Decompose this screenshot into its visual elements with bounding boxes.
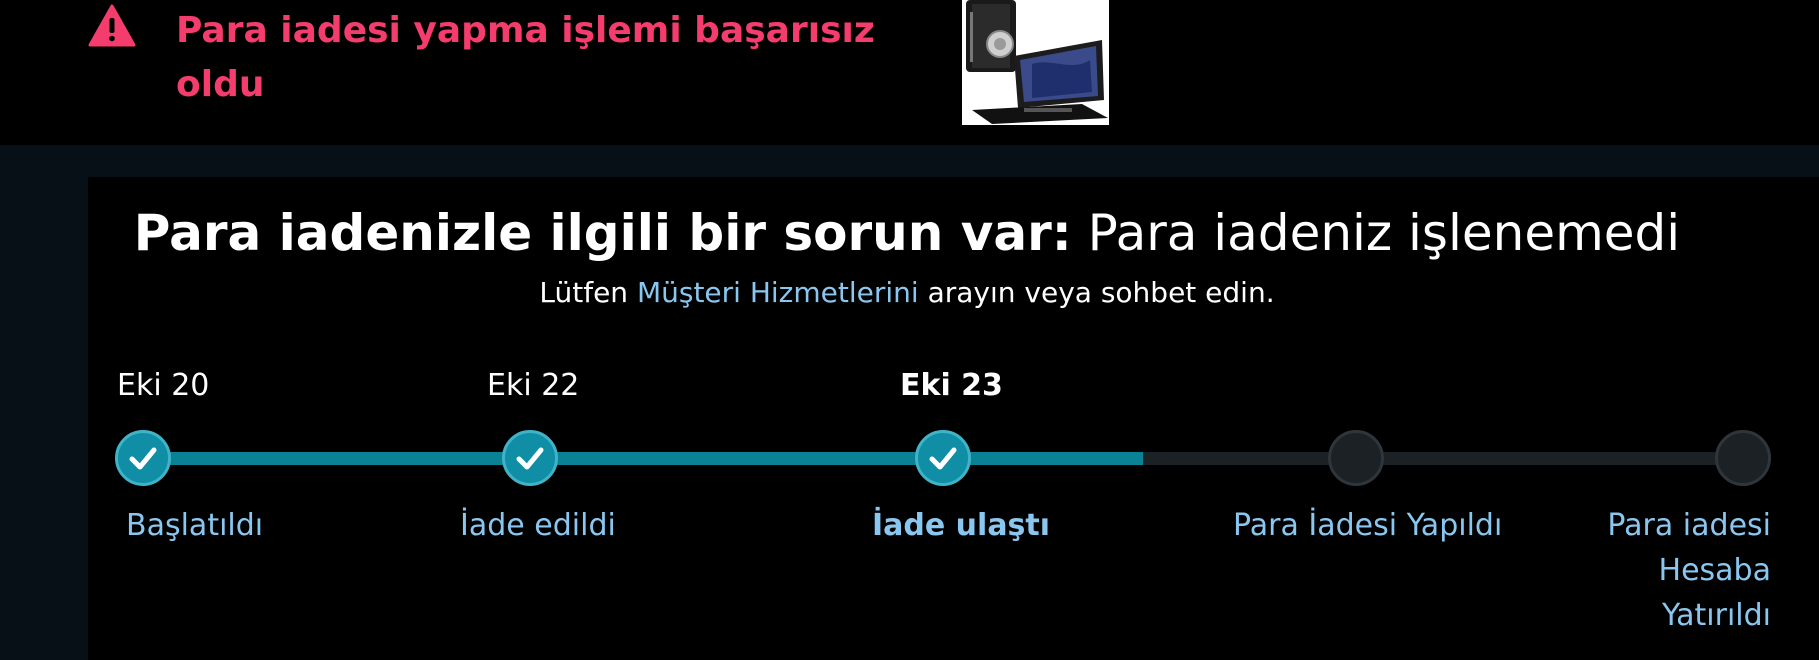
warning-triangle-icon xyxy=(88,4,136,47)
status-headline-rest: Para iadeniz işlenemedi xyxy=(1071,204,1681,262)
status-instructions-prefix: Lütfen xyxy=(539,276,637,309)
checkmark-icon xyxy=(129,447,157,470)
refund-status-card: Para iadenizle ilgili bir sorun var: Par… xyxy=(88,177,1819,660)
step-marker-initiated xyxy=(115,430,171,486)
customer-service-link[interactable]: Müşteri Hizmetlerini xyxy=(637,276,919,309)
step-marker-refund-issued xyxy=(1328,430,1384,486)
progress-track-completed xyxy=(143,452,1143,465)
step-marker-return-received xyxy=(915,430,971,486)
step-date-initiated: Eki 20 xyxy=(117,368,210,403)
product-image[interactable] xyxy=(962,0,1109,125)
step-label-returned: İade edildi xyxy=(460,508,616,543)
step-label-refund-credited: Para iadesi Hesaba Yatırıldı xyxy=(1538,503,1771,638)
step-marker-refund-credited xyxy=(1715,430,1771,486)
tablet-case-product-image xyxy=(962,0,1109,125)
progress-track-remaining xyxy=(1143,452,1743,465)
step-date-returned: Eki 22 xyxy=(487,368,580,403)
status-instructions-suffix: arayın veya sohbet edin. xyxy=(918,276,1275,309)
step-label-refund-credited-line-3: Yatırıldı xyxy=(1661,598,1771,633)
refund-alert-banner: Para iadesi yapma işlemi başarısız oldu xyxy=(0,0,1819,145)
refund-failed-line-2: oldu xyxy=(176,64,265,105)
step-label-refund-credited-line-2: Hesaba xyxy=(1658,553,1771,588)
step-label-refund-credited-line-1: Para iadesi xyxy=(1607,508,1771,543)
step-label-return-received: İade ulaştı xyxy=(872,508,1051,543)
checkmark-icon xyxy=(516,447,544,470)
step-label-refund-issued: Para İadesi Yapıldı xyxy=(1233,508,1503,543)
checkmark-icon xyxy=(929,447,957,470)
status-instructions: Lütfen Müşteri Hizmetlerini arayın veya … xyxy=(88,273,1726,313)
step-marker-returned xyxy=(502,430,558,486)
step-label-initiated: Başlatıldı xyxy=(126,508,264,543)
step-date-return-received: Eki 23 xyxy=(900,368,1003,403)
status-headline-bold: Para iadenizle ilgili bir sorun var: xyxy=(133,204,1072,262)
status-headline: Para iadenizle ilgili bir sorun var: Par… xyxy=(88,202,1726,264)
refund-failed-line-1: Para iadesi yapma işlemi başarısız xyxy=(176,10,875,51)
refund-failed-message: Para iadesi yapma işlemi başarısız oldu xyxy=(176,4,876,112)
